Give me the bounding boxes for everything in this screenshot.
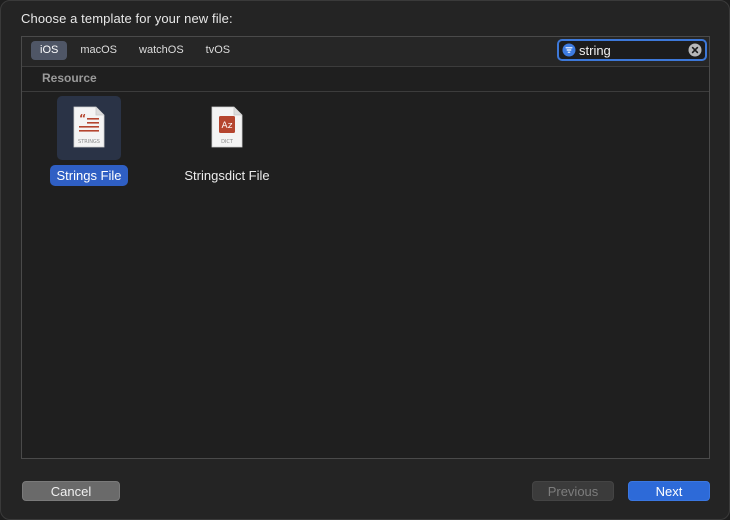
stringsdict-icon-glyph: Az: [222, 121, 233, 131]
platform-tab-bar: iOS macOS watchOS tvOS: [22, 37, 709, 67]
template-label: Stringsdict File: [184, 168, 270, 183]
new-file-template-dialog: Choose a template for your new file: iOS…: [0, 0, 730, 520]
template-label: Strings File: [50, 165, 128, 186]
stringsdict-icon-caption: DICT: [221, 139, 234, 145]
stringsdict-file-icon: Az DICT: [211, 106, 243, 148]
tab-watchos[interactable]: watchOS: [130, 41, 193, 60]
template-icon-tile: “ STRINGS: [57, 96, 121, 160]
strings-icon-caption: STRINGS: [78, 139, 100, 145]
template-strings-file[interactable]: “ STRINGS Strings File: [29, 96, 149, 186]
section-title: Resource: [42, 71, 97, 85]
dialog-title: Choose a template for your new file:: [21, 11, 233, 26]
search-input[interactable]: [579, 42, 683, 58]
previous-button[interactable]: Previous: [532, 481, 614, 501]
platform-tabs: iOS macOS watchOS tvOS: [31, 41, 239, 60]
search-field[interactable]: [557, 39, 707, 61]
clear-icon[interactable]: [688, 43, 702, 57]
template-browser: iOS macOS watchOS tvOS Res: [21, 36, 710, 459]
tab-macos[interactable]: macOS: [71, 41, 126, 60]
svg-text:“: “: [79, 112, 86, 125]
cancel-button[interactable]: Cancel: [22, 481, 120, 501]
filter-icon[interactable]: [562, 43, 576, 57]
template-stringsdict-file[interactable]: Az DICT Stringsdict File: [167, 96, 287, 186]
template-icon-tile: Az DICT: [195, 96, 259, 160]
section-header-resource: Resource: [22, 66, 709, 92]
next-button[interactable]: Next: [628, 481, 710, 501]
tab-ios[interactable]: iOS: [31, 41, 68, 60]
strings-file-icon: “ STRINGS: [73, 106, 105, 148]
tab-tvos[interactable]: tvOS: [197, 41, 239, 60]
